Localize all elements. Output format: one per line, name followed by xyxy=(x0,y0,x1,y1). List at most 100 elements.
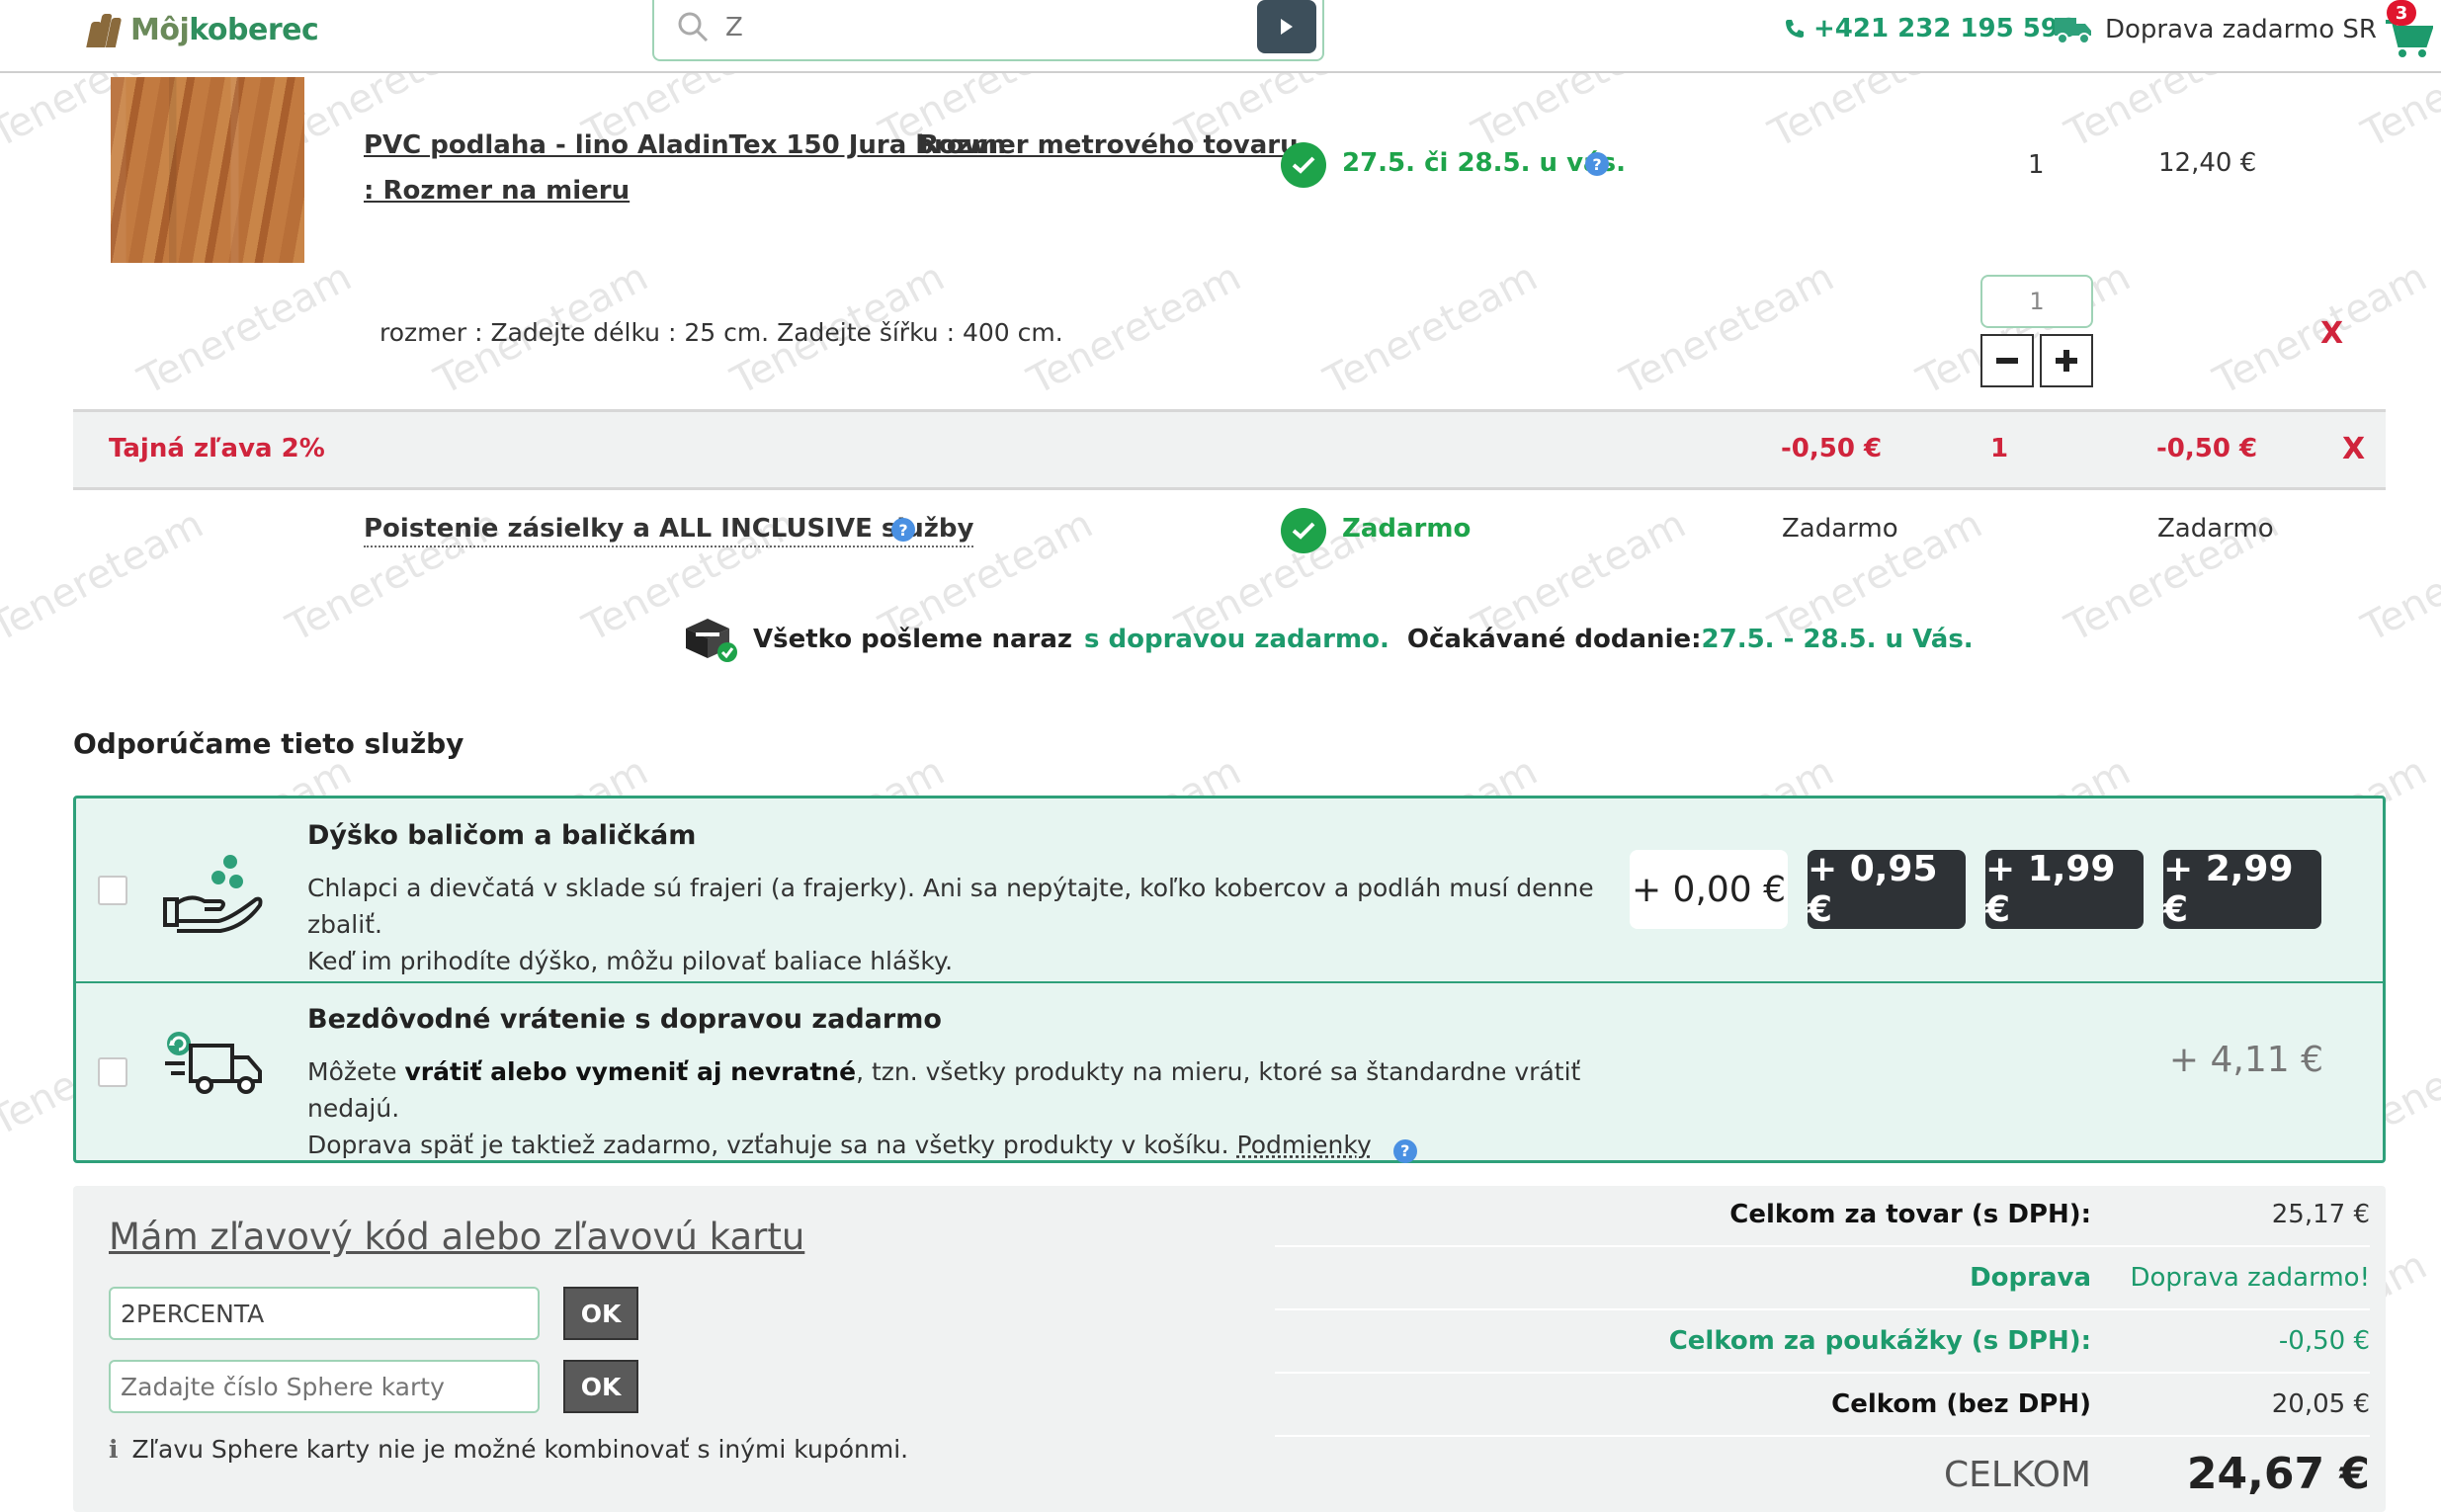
watermark-text: Tenereteam xyxy=(131,254,360,404)
discount-row: Tajná zľava 2% -0,50 € 1 -0,50 € X xyxy=(73,409,2386,490)
tip-title: Dýško baličom a baličkám xyxy=(307,820,697,851)
sphere-card-input[interactable] xyxy=(109,1360,540,1413)
total-value: 25,17 € xyxy=(2271,1200,2370,1229)
quantity-increase-button[interactable] xyxy=(2040,334,2093,387)
shipping-text: Doprava zadarmo SR xyxy=(2105,15,2377,44)
return-desc-line1: Môžete vrátiť alebo vymeniť aj nevratné,… xyxy=(307,1057,1581,1123)
remove-product-button[interactable]: X xyxy=(2320,316,2343,351)
delivery-note-dates: 27.5. - 28.5. u Vás. xyxy=(1701,625,1974,654)
insurance-label[interactable]: Poistenie zásielky a ALL INCLUSIVE služb… xyxy=(364,514,974,547)
tip-desc-line2: Keď im prihodíte dýško, môžu pilovať bal… xyxy=(307,947,954,975)
product-size-value-link[interactable]: : Rozmer na mieru xyxy=(364,176,630,206)
tip-option-2[interactable]: + 1,99 € xyxy=(1985,849,2144,930)
remove-discount-button[interactable]: X xyxy=(2342,432,2365,466)
return-desc-line2: Doprava späť je taktiež zadarmo, vzťahuj… xyxy=(307,1127,1671,1163)
discount-total: -0,50 € xyxy=(2156,434,2258,463)
return-title: Bezdôvodné vrátenie s dopravou zadarmo xyxy=(307,1004,942,1035)
total-row-shipping: Doprava Doprava zadarmo! xyxy=(1275,1249,2370,1310)
tip-option-1[interactable]: + 0,95 € xyxy=(1808,849,1966,930)
product-price: 12,40 € xyxy=(2158,148,2257,178)
plus-icon xyxy=(2056,350,2077,372)
question-icon[interactable]: ? xyxy=(1585,152,1609,176)
search-submit-button[interactable] xyxy=(1257,0,1316,53)
product-image[interactable] xyxy=(111,77,304,263)
total-label: Doprava xyxy=(1970,1263,2091,1293)
phone-link[interactable]: +421 232 195 596 xyxy=(1784,14,2076,43)
logo-text: Môjkoberec xyxy=(130,12,319,47)
grand-total-label: CELKOM xyxy=(1944,1455,2091,1495)
total-label: Celkom za tovar (s DPH): xyxy=(1729,1200,2091,1229)
total-label: Celkom (bez DPH) xyxy=(1831,1389,2091,1419)
quantity-decrease-button[interactable] xyxy=(1980,334,2034,387)
check-icon xyxy=(1281,142,1326,188)
coupon-code-input[interactable] xyxy=(109,1287,540,1340)
return-description: Môžete vrátiť alebo vymeniť aj nevratné,… xyxy=(307,1053,1671,1163)
sphere-ok-button[interactable]: OK xyxy=(563,1360,638,1413)
question-icon[interactable]: ? xyxy=(1392,1138,1417,1163)
total-row-grand: CELKOM 24,67 € xyxy=(1275,1439,2370,1512)
delivery-note-free: s dopravou zadarmo. xyxy=(1084,625,1389,654)
total-row-vouchers: Celkom za poukážky (s DPH): -0,50 € xyxy=(1275,1312,2370,1374)
grand-total-value: 24,67 € xyxy=(2186,1449,2370,1499)
phone-number: +421 232 195 596 xyxy=(1813,14,2077,43)
cart-count-badge: 3 xyxy=(2387,0,2416,26)
total-label: Celkom za poukážky (s DPH): xyxy=(1668,1326,2091,1356)
tip-option-0[interactable]: + 0,00 € xyxy=(1630,850,1788,929)
hand-coins-icon xyxy=(163,855,263,933)
sphere-note: i Zľavu Sphere karty nie je možné kombin… xyxy=(109,1435,908,1464)
header: Môjkoberec +421 232 195 596 Doprava zada… xyxy=(0,0,2441,73)
sphere-note-text: Zľavu Sphere karty nie je možné kombinov… xyxy=(131,1435,909,1464)
product-delivery-date: 27.5. či 28.5. u vás. xyxy=(1342,148,1626,178)
total-value: 20,05 € xyxy=(2271,1389,2370,1419)
cart-button[interactable]: 3 xyxy=(2384,0,2434,61)
product-title-link[interactable]: PVC podlaha - lino AladinTex 150 Jura br… xyxy=(364,130,1006,160)
total-row-without-vat: Celkom (bez DPH) 20,05 € xyxy=(1275,1376,2370,1437)
search-icon xyxy=(678,12,709,42)
page: Tenereteam Tenereteam Tenereteam Tenereteam… xyxy=(0,0,2441,1512)
info-icon: i xyxy=(109,1435,119,1464)
discount-label: Tajná zľava 2% xyxy=(109,434,325,463)
return-checkbox[interactable] xyxy=(98,1057,127,1087)
return-conditions-link[interactable]: Podmienky xyxy=(1237,1131,1372,1159)
delivery-note: Všetko pošleme naraz s dopravou zadarmo.… xyxy=(682,615,1974,664)
insurance-status: Zadarmo xyxy=(1342,514,1472,544)
services-divider xyxy=(76,981,2383,983)
search-input[interactable] xyxy=(725,10,1239,45)
shipping-info[interactable]: Doprava zadarmo SR xyxy=(2054,14,2377,45)
logo-icon xyxy=(86,12,123,47)
total-value: Doprava zadarmo! xyxy=(2130,1263,2370,1293)
watermark-text: Tenereteam xyxy=(2355,501,2441,651)
product-size-label-link[interactable]: Rozmer metrového tovaru xyxy=(919,130,1299,160)
phone-icon xyxy=(1786,20,1804,38)
tip-checkbox[interactable] xyxy=(98,876,127,905)
minus-icon xyxy=(1996,358,2018,364)
insurance-unit-price: Zadarmo xyxy=(1782,514,1898,544)
return-price: + 4,11 € xyxy=(2168,1040,2323,1080)
search-box xyxy=(652,0,1324,61)
tip-description: Chlapci a dievčatá v sklade sú frajeri (… xyxy=(307,870,1671,979)
play-arrow-icon xyxy=(1281,19,1293,35)
product-quantity: 1 xyxy=(2028,150,2045,180)
summary-panel: Mám zľavový kód alebo zľavovú kartu OK O… xyxy=(73,1186,2386,1512)
total-row-goods: Celkom za tovar (s DPH): 25,17 € xyxy=(1275,1186,2370,1247)
coupon-toggle-link[interactable]: Mám zľavový kód alebo zľavovú kartu xyxy=(109,1216,804,1258)
watermark-text: Tenereteam xyxy=(1317,254,1546,404)
watermark-text: Tenereteam xyxy=(0,501,211,651)
truck-icon xyxy=(2055,18,2091,44)
services-box: Dýško baličom a baličkám Chlapci a dievč… xyxy=(73,796,2386,1163)
package-check-icon xyxy=(686,619,737,662)
delivery-note-expected-label: Očakávané dodanie: xyxy=(1406,625,1702,654)
product-attributes: rozmer : Zadejte délku : 25 cm. Zadejte … xyxy=(379,318,1063,347)
tip-desc-line1: Chlapci a dievčatá v sklade sú frajeri (… xyxy=(307,874,1594,939)
watermark-text: Tenereteam xyxy=(1614,254,1842,404)
tip-option-3[interactable]: + 2,99 € xyxy=(2163,849,2321,930)
insurance-total: Zadarmo xyxy=(2157,514,2274,544)
services-heading: Odporúčame tieto služby xyxy=(73,727,464,760)
quantity-input[interactable] xyxy=(1980,275,2093,328)
total-value: -0,50 € xyxy=(2278,1326,2370,1356)
coupon-ok-button[interactable]: OK xyxy=(563,1287,638,1340)
return-truck-icon xyxy=(165,1032,262,1094)
question-icon[interactable]: ? xyxy=(891,518,915,542)
discount-unit-price: -0,50 € xyxy=(1781,434,1883,463)
logo[interactable]: Môjkoberec xyxy=(86,12,319,47)
